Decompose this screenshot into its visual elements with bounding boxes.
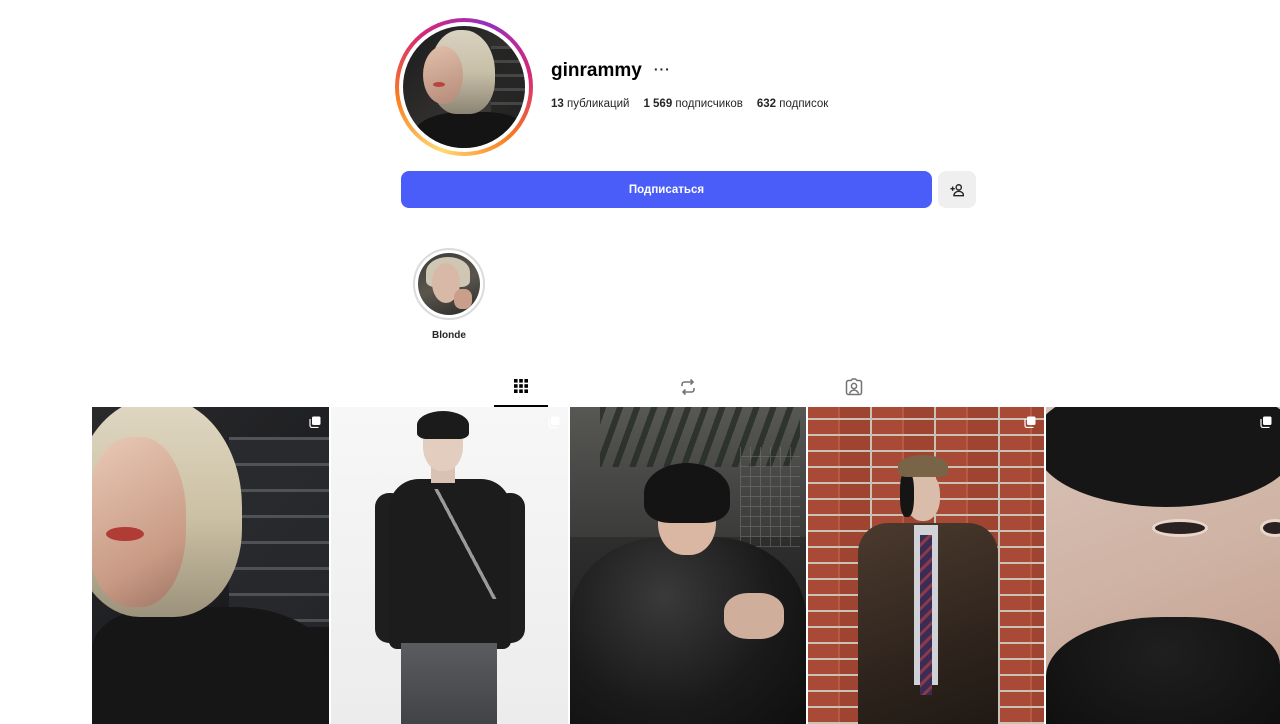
- username-row: ginrammy ···: [551, 60, 671, 82]
- followers-label: подписчиков: [675, 98, 743, 110]
- avatar-border: [399, 22, 529, 152]
- posts-stat[interactable]: 13 публикаций: [551, 98, 629, 110]
- multiple-photos-icon: [1024, 416, 1036, 428]
- following-count: 632: [756, 98, 777, 110]
- avatar-coat: [413, 112, 525, 148]
- tab-reposts[interactable]: [661, 367, 715, 407]
- more-options-icon[interactable]: ···: [654, 62, 671, 76]
- avatar-face: [423, 46, 463, 104]
- post-hair: [900, 471, 914, 517]
- post-lips: [106, 527, 144, 541]
- multiple-photos-icon: [548, 416, 560, 428]
- avatar-image: [403, 26, 525, 148]
- post-eye: [1260, 519, 1280, 537]
- following-label: подписок: [779, 98, 829, 110]
- profile-stats: 13 публикаций 1 569 подписчиков 632 подп…: [551, 98, 828, 110]
- following-stat[interactable]: 632 подписок: [757, 98, 828, 110]
- post-thumbnail[interactable]: [808, 407, 1044, 724]
- profile-tabs: [401, 367, 976, 407]
- post-background: [229, 437, 329, 627]
- username: ginrammy: [551, 60, 642, 81]
- multiple-photos-icon: [1260, 416, 1272, 428]
- post-thumbnail[interactable]: [92, 407, 329, 724]
- repost-icon: [681, 378, 695, 396]
- post-thumbnail[interactable]: [570, 407, 806, 724]
- post-tie: [920, 535, 932, 695]
- highlight-hand: [454, 289, 472, 309]
- post-button-line: [431, 489, 501, 599]
- posts-grid: [92, 407, 1280, 724]
- post-hair: [1046, 407, 1280, 507]
- post-hair: [644, 463, 730, 523]
- posts-count: 13: [551, 98, 564, 110]
- highlight-ring: [413, 248, 485, 320]
- follow-button[interactable]: Подписаться: [401, 171, 932, 208]
- post-thumbnail[interactable]: [1046, 407, 1280, 724]
- followers-stat[interactable]: 1 569 подписчиков: [643, 98, 742, 110]
- avatar-background: [491, 46, 525, 116]
- suggest-users-button[interactable]: [938, 171, 976, 208]
- post-coat: [92, 607, 329, 724]
- add-user-icon: [950, 183, 964, 196]
- post-thumbnail[interactable]: [331, 407, 568, 724]
- posts-label: публикаций: [567, 98, 630, 110]
- post-eye: [1152, 519, 1208, 537]
- profile-avatar[interactable]: [395, 18, 533, 156]
- tab-tagged[interactable]: [827, 367, 881, 407]
- highlight-label: Blonde: [432, 330, 466, 341]
- post-hat: [898, 455, 948, 477]
- followers-count: 1 569: [643, 98, 673, 110]
- post-scarf: [1046, 617, 1280, 724]
- post-face: [92, 437, 186, 607]
- post-hands: [724, 593, 784, 639]
- post-hair: [417, 411, 469, 439]
- grid-icon: [514, 379, 528, 393]
- avatar-lips: [433, 82, 445, 87]
- multiple-photos-icon: [309, 416, 321, 428]
- tab-posts[interactable]: [494, 367, 548, 407]
- highlight-cover-image: [418, 253, 480, 315]
- tagged-user-icon: [845, 378, 863, 396]
- story-highlight[interactable]: Blonde: [412, 248, 486, 341]
- post-jeans: [401, 643, 497, 724]
- post-shelf: [740, 447, 800, 547]
